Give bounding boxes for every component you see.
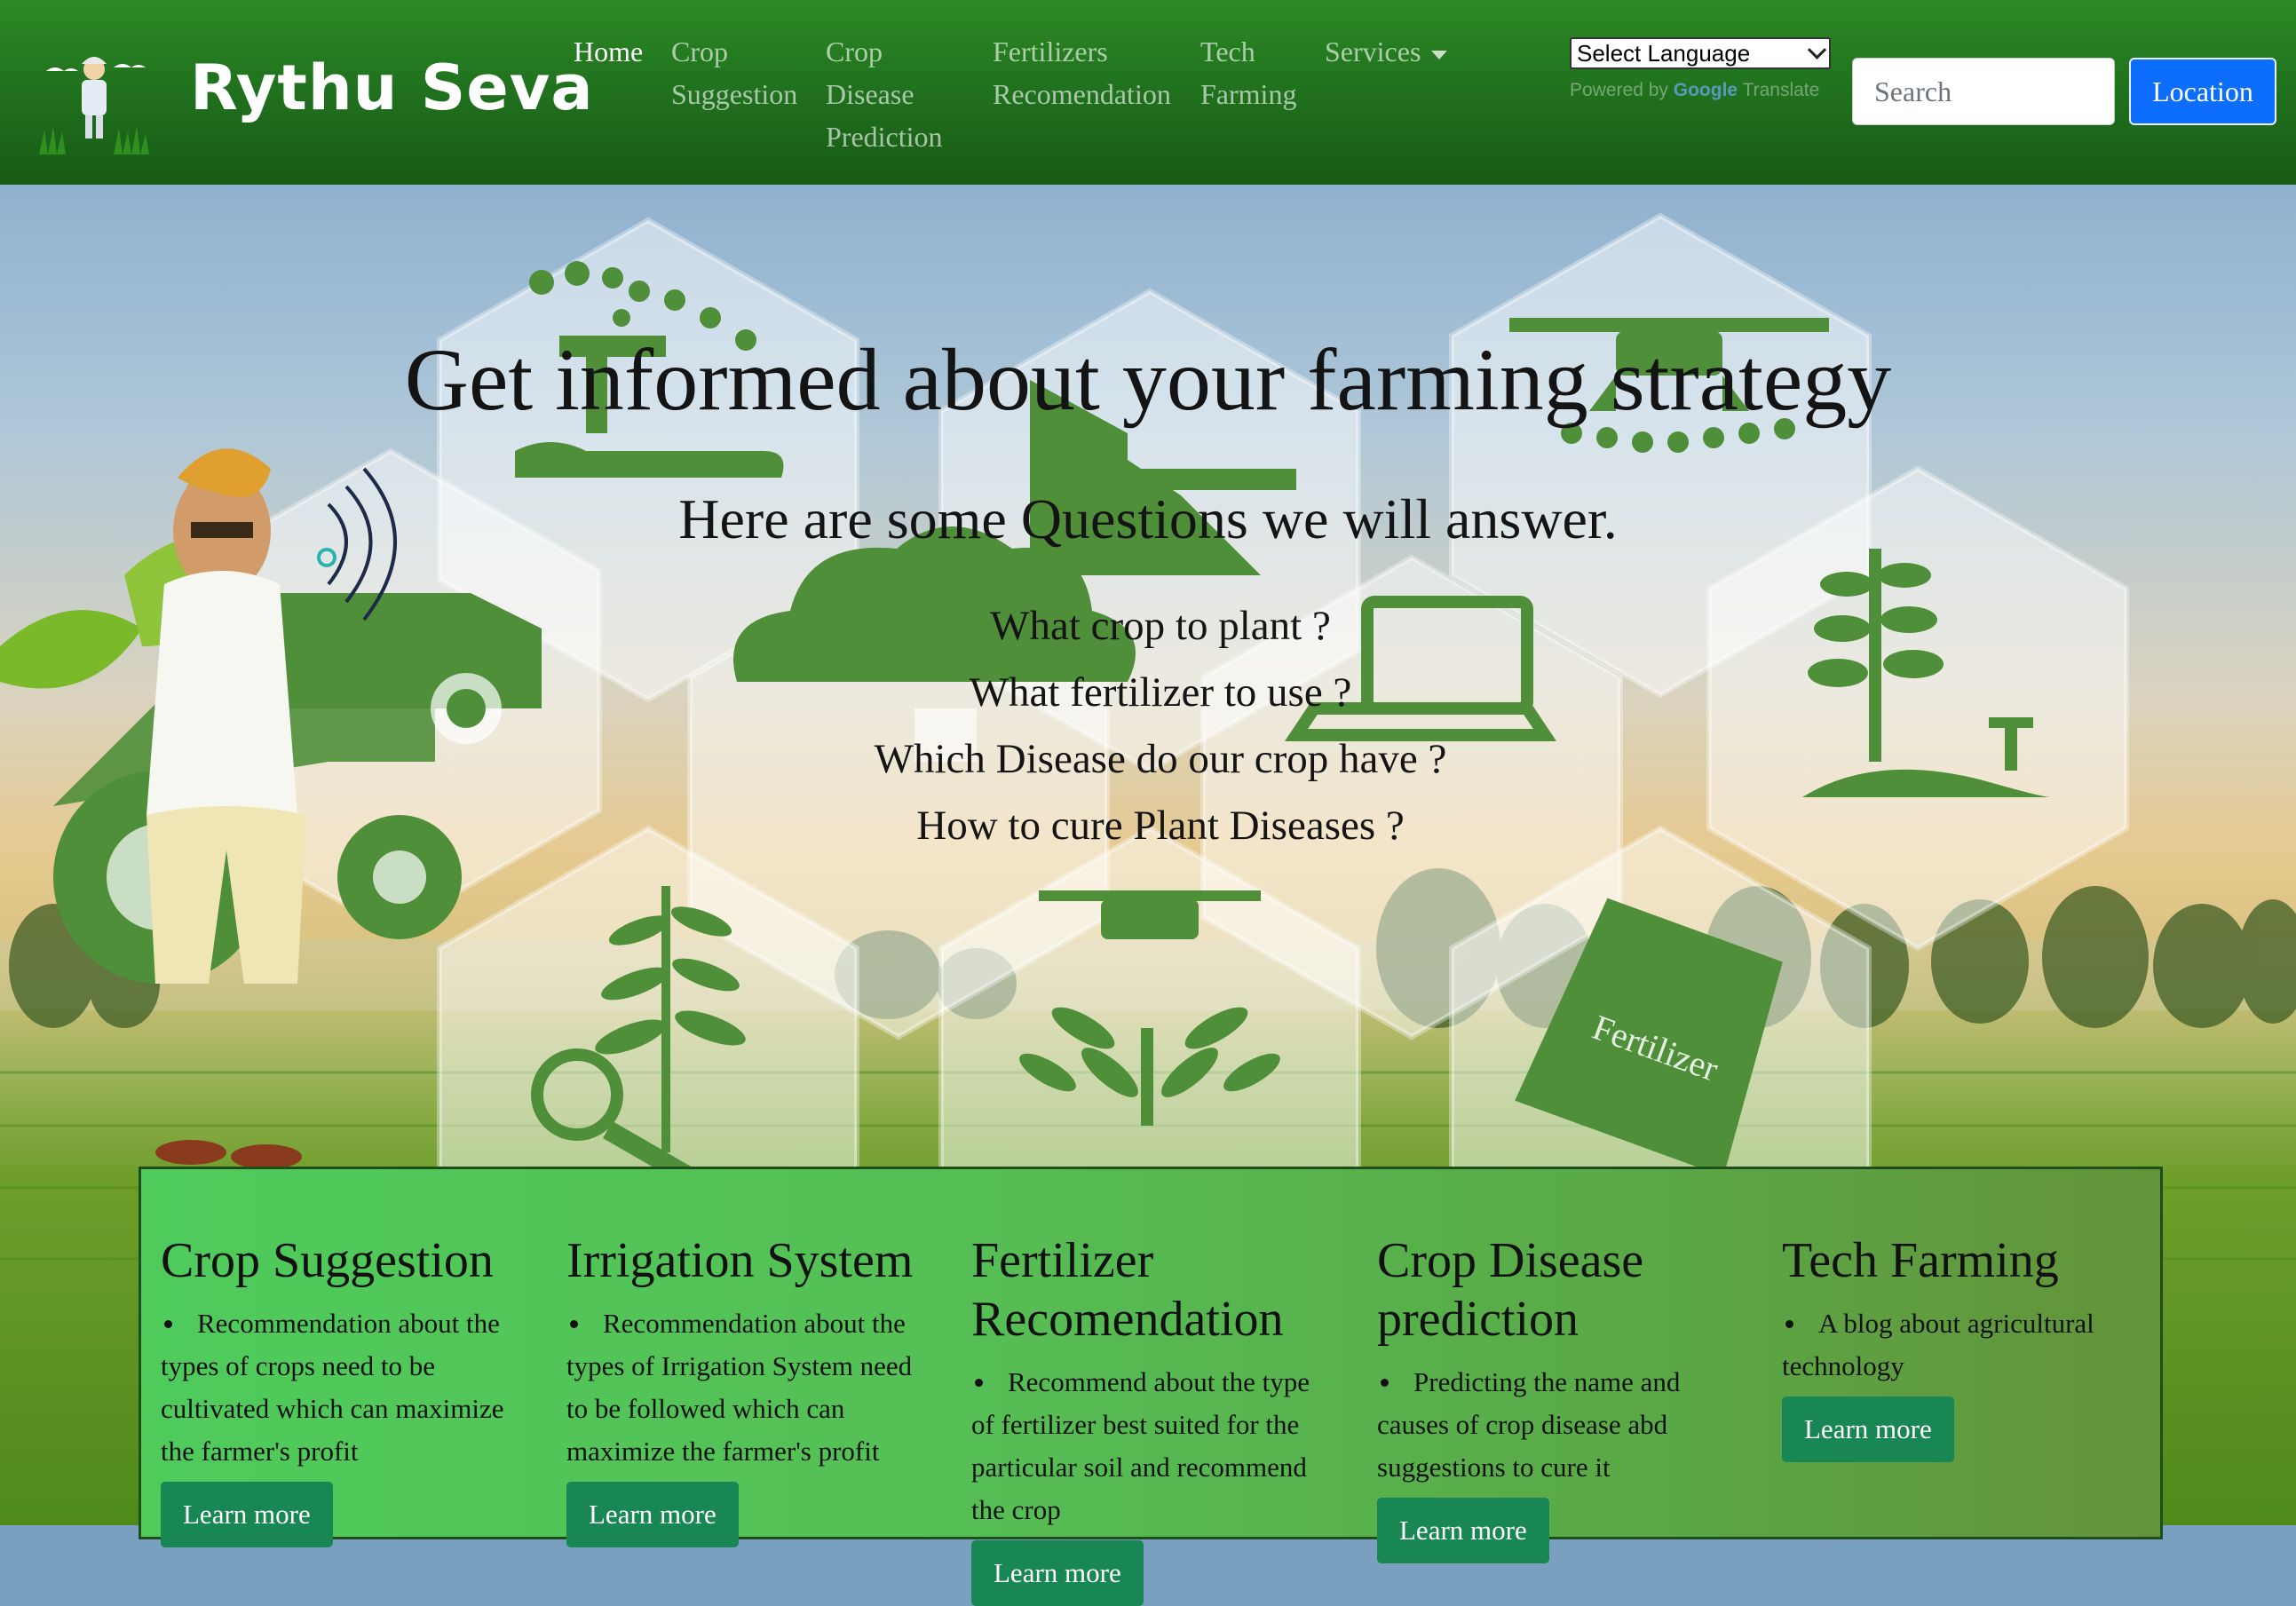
nav-item-label: Farming [1200,78,1297,110]
google-translate-credit: Powered by Google Translate [1570,80,1820,100]
nav-item-label: Home [574,36,644,67]
learn-more-button[interactable]: Learn more [1782,1396,1954,1462]
nav-item-home[interactable]: Home [574,30,643,73]
service-description: A blog about agricultural technology [1782,1308,2094,1381]
navbar: Rythu Seva Home Crop Suggestion Crop Disease… [0,0,2296,186]
question-crop: What crop to plant ? [990,603,1331,649]
service-description: Recommendation about the types of crops … [161,1308,504,1467]
service-description: Recommendation about the types of Irriga… [566,1308,913,1467]
language-select[interactable]: Select Language [1570,37,1831,69]
learn-more-button[interactable]: Learn more [161,1482,333,1547]
service-card-tech-farming: Tech Farming A blog about agricultural t… [1782,1231,2146,1462]
nav-item-crop-disease-prediction[interactable]: Crop Disease Prediction [826,30,943,158]
bullet-icon [1381,1379,1389,1388]
hero-headline: Get informed about your farming strategy [404,330,1892,429]
service-title: Irrigation System [566,1233,914,1288]
question-disease: Which Disease do our crop have ? [874,736,1447,782]
dropdown-caret-icon [1431,50,1448,59]
question-fertilizer: What fertilizer to use ? [969,669,1352,716]
nav-item-label: Crop [826,36,883,67]
brand-title[interactable]: Rythu Seva [190,51,594,124]
nav-item-label: Suggestion [671,78,798,110]
question-cure: How to cure Plant Diseases ? [916,803,1405,849]
bullet-icon [1785,1320,1793,1329]
service-title: Fertilizer Recomendation [971,1233,1284,1347]
language-selected: Select Language [1577,39,1751,67]
service-title: Crop Suggestion [161,1233,494,1288]
services-panel: Crop Suggestion Recommendation about the… [139,1167,2163,1606]
search-placeholder: Search [1874,75,1952,107]
nav-item-tech-farming[interactable]: Tech Farming [1200,30,1296,115]
service-card-irrigation: Irrigation System Recommendation about t… [566,1231,930,1547]
nav-item-label: Tech [1200,36,1255,67]
service-title: Crop Disease prediction [1377,1233,1644,1347]
search-input[interactable]: Search [1852,58,2115,125]
service-card-crop-suggestion: Crop Suggestion Recommendation about the… [161,1231,525,1547]
nav-item-crop-suggestion[interactable]: Crop Suggestion [671,30,797,115]
bullet-icon [570,1320,578,1329]
nav-item-services[interactable]: Services [1325,30,1448,73]
service-description: Predicting the name and causes of crop d… [1377,1366,1681,1483]
nav-item-fertilizers-recomendation[interactable]: Fertilizers Recomendation [993,30,1171,115]
nav-item-label: Recomendation [993,78,1171,110]
chevron-down-icon [1807,40,1827,59]
hero-subheadline: Here are some Questions we will answer. [678,487,1618,550]
nav-item-label: Services [1325,30,1448,73]
bullet-icon [164,1320,172,1329]
farmer-logo-icon[interactable] [39,44,153,154]
service-description: Recommend about the type of fertilizer b… [971,1366,1310,1525]
service-card-disease: Crop Disease prediction Predicting the n… [1377,1231,1741,1563]
learn-more-button[interactable]: Learn more [971,1540,1144,1606]
location-button[interactable]: Location [2129,58,2276,125]
service-card-fertilizer: Fertilizer Recomendation Recommend about… [971,1231,1335,1606]
google-logo[interactable]: Google [1674,80,1738,100]
nav-item-label: Prediction [826,121,943,153]
service-title: Tech Farming [1782,1233,2059,1288]
nav-item-label: Crop [671,36,728,67]
nav-item-label: Disease [826,78,914,110]
learn-more-button[interactable]: Learn more [566,1482,739,1547]
nav-item-label: Fertilizers [993,36,1108,67]
learn-more-button[interactable]: Learn more [1377,1498,1549,1563]
bullet-icon [975,1379,983,1388]
